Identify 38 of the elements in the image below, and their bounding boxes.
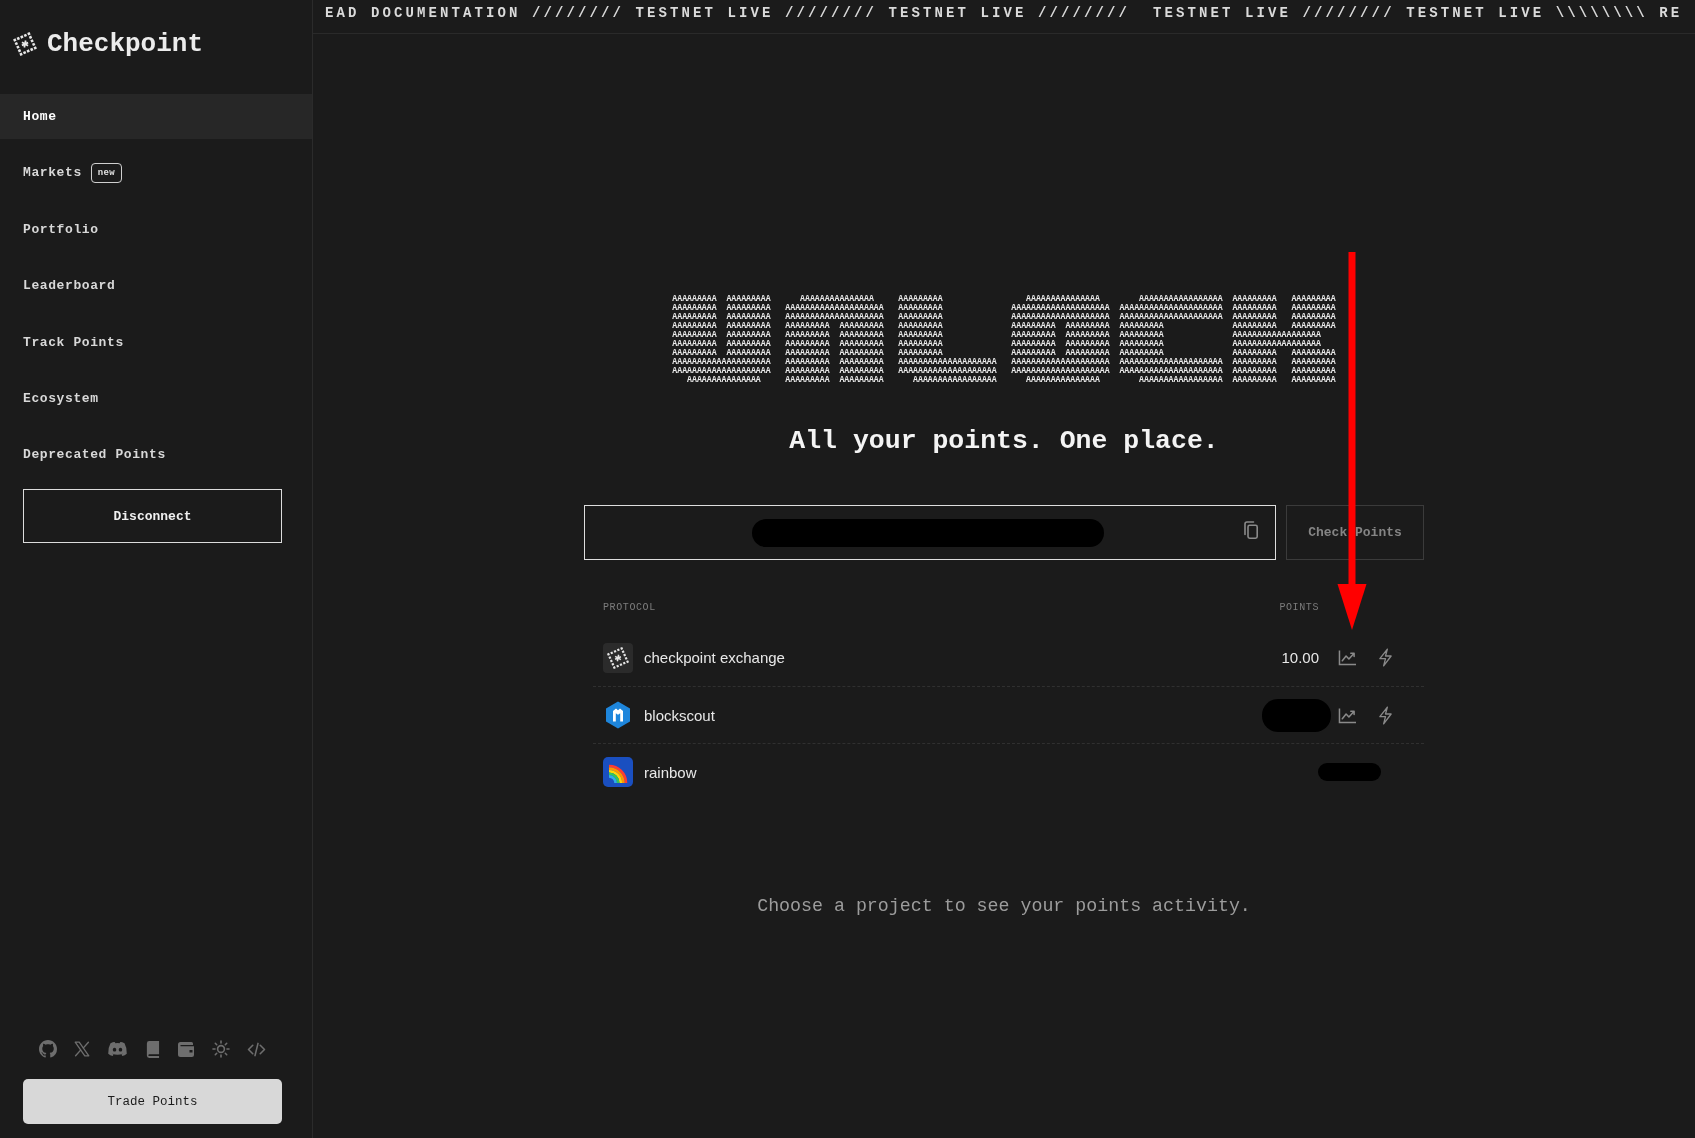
x-logo-icon[interactable] xyxy=(74,1041,90,1057)
disconnect-button[interactable]: Disconnect xyxy=(23,489,282,544)
nav-item[interactable]: Deprecated Points xyxy=(0,432,312,478)
ascii-art: AAAAAAAAA AAAAAAAAA AAAAAAAAAAAAAAA AAAAAAAAA AAAAAAAAAAAAAAA AAAAAAAAAAAAAAAAA AAAAAAAAA AAAAAAAAA AAAAAAAAA AAAAAAAAA AAAAAAAAAAAAAAAAAAAA AAAAAAAAA AAAAAAAAAAAAAAAAAAAA AAAAAAAAAAAAAAAAAAAAA AAAAAAAAA AAAAAAAAA AAAAAAAAA AAAAAAAAA AAAAAAAAAAAAAAAAAAAA AAAAAAAAA AAAAAAAAAAAAAAAAAAAA AAAAAAAAAAAAAAAAAAAAA AAAAAAAAA AAAAAAAAA AAAAAAAAA AAAAAAAAA AAAAAAAAA AAAAAAAAA AAAAAAAAA AAAAAAAAA AAAAAAAAA AAAAAAAAA AAAAAAAAA AAAAAAAAA AAAAAAAAA AAAAAAAAA AAAAAAAAA AAAAAAAAA AAAAAAAAA AAAAAAAAA AAAAAAAAA AAAAAAAAA AAAAAAAAAAAAAAAAAA AAAAAAAAA AAAAAAAAA AAAAAAAAA AAAAAAAAA AAAAAAAAA AAAAAAAAA AAAAAAAAA AAAAAAAAA AAAAAAAAAAAAAAAAAA AAAAAAAAA AAAAAAAAA AAAAAAAAA AAAAAAAAA AAAAAAAAA AAAAAAAAA AAAAAAAAA AAAAAAAAA AAAAAAAAA AAAAAAAAA AAAAAAAAAAAAAAAAAAAA AAAAAAAAA AAAAAAAAA AAAAAAAAAAAAAAAAAAAA AAAAAAAAAAAAAAAAAAAA AAAAAAAAAAAAAAAAAAAAA AAAAAAAAA AAAAAAAAA AAAAAAAAAAAAAAAAAAAA AAAAAAAAA AAAAAAAAA AAAAAAAAAAAAAAAAAAAA AAAAAAAAAAAAAAAAAAAA AAAAAAAAAAAAAAAAAAAAA AAAAAAAAA AAAAAAAAA AAAAAAAAAAAAAAA AAAAAAAAA AAAAAAAAA AAAAAAAAAAAAAAAAA AAAAAAAAAAAAAAA AAAAAAAAAAAAAAAAA AAAAAAAAA AAAAAAAAA xyxy=(672,294,1336,384)
nav-item[interactable]: Ecosystem xyxy=(0,375,312,421)
dotted-square-icon xyxy=(603,642,633,673)
lightning-icon[interactable] xyxy=(1378,705,1393,725)
rainbow-icon xyxy=(603,757,633,787)
gamepad-icon[interactable] xyxy=(107,1041,128,1057)
hexagon-icon xyxy=(603,700,633,730)
copy-icon[interactable] xyxy=(1242,520,1258,539)
protocol-name[interactable]: checkpoint exchange xyxy=(644,649,1282,666)
wallet-icon[interactable] xyxy=(177,1041,195,1057)
nav-item[interactable]: Leaderboard xyxy=(0,263,312,309)
protocol-name[interactable]: rainbow xyxy=(644,763,1318,781)
logo-icon xyxy=(13,32,37,56)
lightning-icon[interactable] xyxy=(1378,648,1393,667)
tagline: All your points. One place. xyxy=(789,426,1219,456)
points-value: 10.00 xyxy=(1281,649,1319,666)
ticker-text: EAD DOCUMENTATION //////// TESTNET LIVE //////// TESTNET LIVE //////// TESTNET LIVE //////// TESTNET LIVE \\\\\\\\ RE xyxy=(325,4,1683,23)
sun-icon[interactable] xyxy=(212,1040,230,1058)
empty-state-text: Choose a project to see your points activity. xyxy=(757,896,1251,916)
book-icon[interactable] xyxy=(145,1040,160,1058)
nav-badge: new xyxy=(90,162,122,183)
nav-item[interactable]: Markets new xyxy=(0,150,312,196)
cat-silhouette-icon[interactable] xyxy=(39,1040,57,1058)
nav-item[interactable]: Portfolio xyxy=(0,206,312,252)
trade-points-button[interactable]: Trade Points xyxy=(23,1079,282,1124)
nav-item[interactable]: Track Points xyxy=(0,319,312,365)
chart-icon[interactable] xyxy=(1338,649,1357,666)
chart-icon[interactable] xyxy=(1338,706,1357,724)
address-field[interactable] xyxy=(584,505,1276,560)
protocol-name[interactable]: blockscout xyxy=(644,706,1262,724)
nav-item[interactable]: Home xyxy=(0,94,312,139)
code-icon[interactable] xyxy=(247,1041,266,1057)
column-header: PROTOCOL xyxy=(603,602,657,613)
column-header: POINTS xyxy=(1279,602,1319,613)
app-title: Checkpoint xyxy=(47,28,204,60)
